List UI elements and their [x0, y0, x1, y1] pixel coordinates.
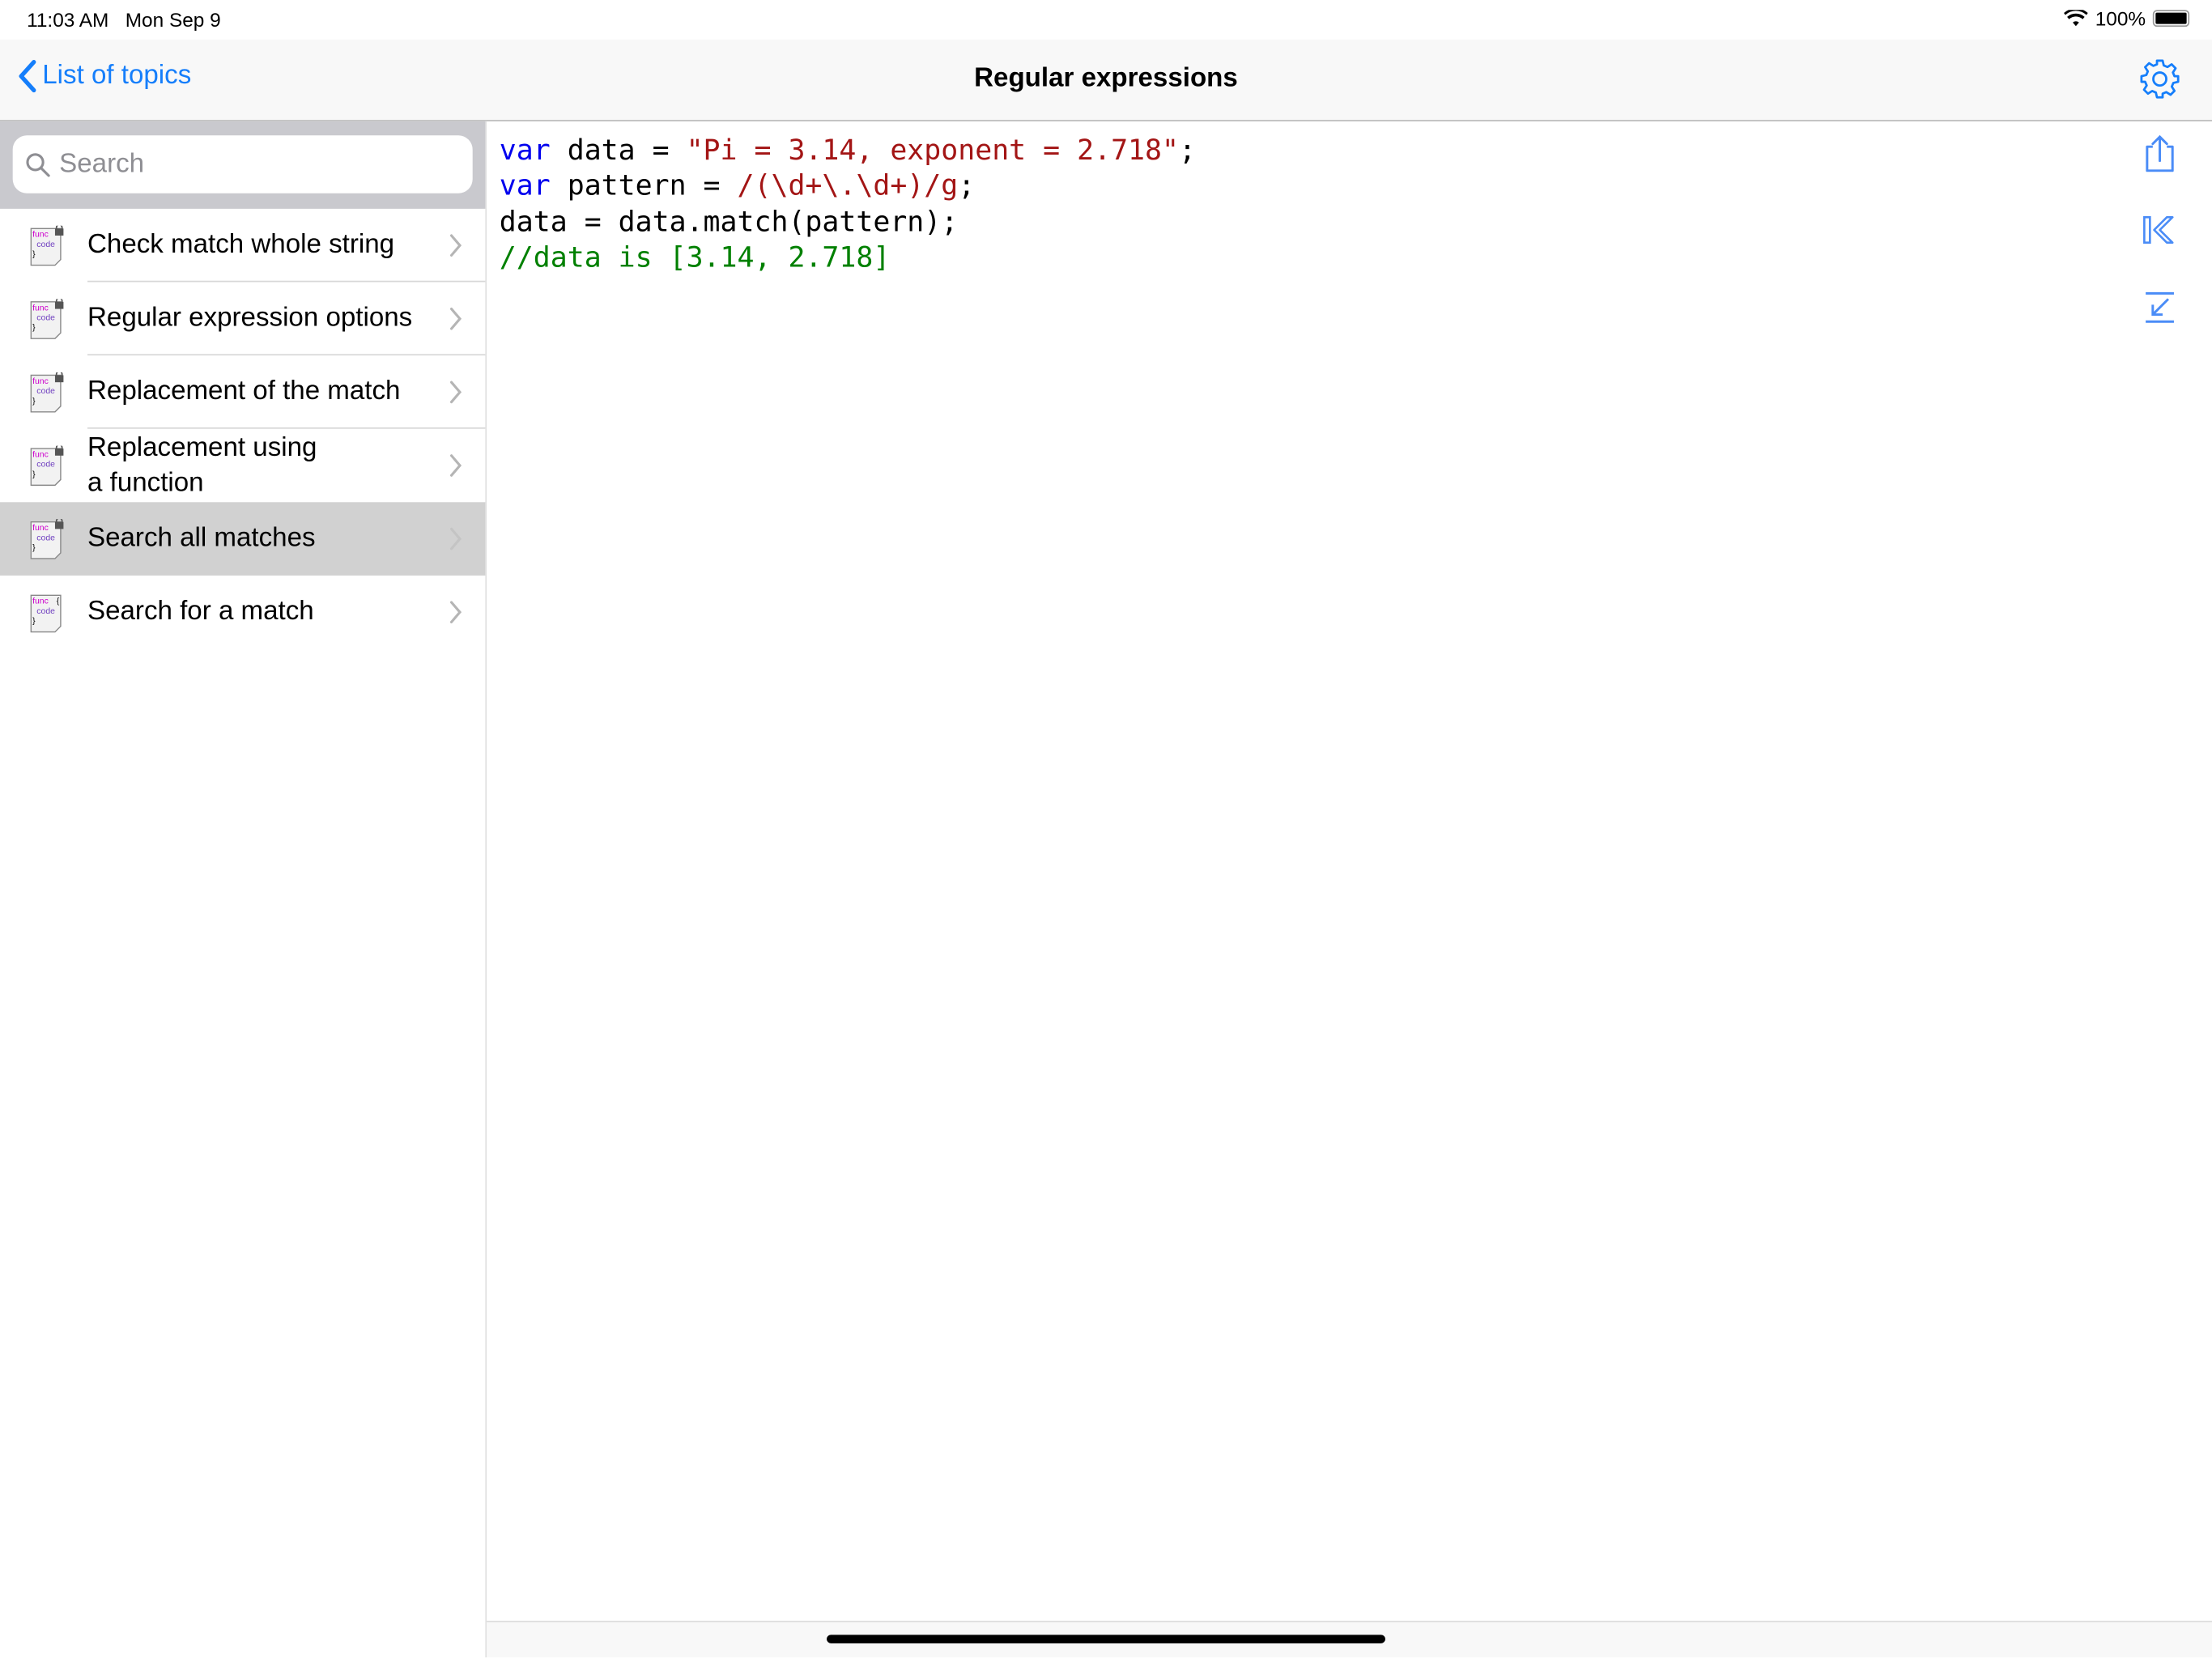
search-bar: Search	[0, 121, 485, 209]
chevron-right-icon	[449, 526, 462, 551]
topic-label: Search all matches	[87, 521, 429, 556]
code-file-icon: func code}	[28, 299, 65, 341]
topic-label: Regular expression options	[87, 300, 429, 336]
icon-func-text: func	[32, 231, 49, 240]
code-token: ;	[958, 168, 975, 202]
date-text: Mon Sep 9	[125, 8, 221, 31]
lock-icon	[55, 228, 63, 236]
page-title: Regular expressions	[0, 63, 2212, 94]
time-text: 11:03 AM	[27, 8, 108, 31]
battery-icon	[2153, 10, 2189, 27]
icon-func-text: func	[32, 377, 49, 386]
wifi-icon	[2064, 10, 2088, 27]
topic-item[interactable]: funccode} Replacement using a function	[0, 429, 485, 503]
navigation-bar: List of topics Regular expressions	[0, 40, 2212, 121]
svg-text:}: }	[32, 397, 36, 406]
status-bar: 11:03 AM Mon Sep 9 100%	[0, 0, 2212, 40]
icon-func-text: func	[32, 524, 49, 533]
code-token: //data is [3.14, 2.718]	[500, 240, 891, 274]
svg-text:}: }	[32, 617, 36, 626]
jump-to-start-icon[interactable]	[2142, 215, 2178, 245]
chevron-right-icon	[449, 380, 462, 405]
search-icon	[25, 151, 50, 176]
code-token: ;	[1179, 133, 1196, 167]
icon-code-text: code	[36, 534, 55, 542]
code-token: var	[500, 168, 551, 202]
lock-icon	[55, 449, 63, 456]
code-token: "Pi = 3.14, exponent = 2.718"	[687, 133, 1179, 167]
code-file-icon: funccode}	[28, 372, 65, 414]
code-file-icon: funccode}	[28, 226, 65, 268]
icon-code-text: code	[36, 314, 55, 323]
code-file-icon: funccode} {	[28, 593, 65, 635]
lock-icon	[55, 522, 63, 529]
search-input[interactable]: Search	[13, 135, 473, 193]
icon-func-text: func	[32, 597, 49, 606]
download-arrow-icon[interactable]	[2142, 291, 2178, 325]
lock-icon	[55, 375, 63, 382]
topic-item[interactable]: funccode} Replacement of the match	[0, 355, 485, 429]
topic-item[interactable]: funccode} Search all matches	[0, 502, 485, 576]
status-time: 11:03 AM Mon Sep 9	[27, 8, 221, 31]
share-icon[interactable]	[2142, 133, 2178, 175]
chevron-right-icon	[449, 599, 462, 624]
code-line: data = data.match(pattern);	[500, 204, 1196, 240]
svg-text:}: }	[32, 324, 36, 333]
chevron-right-icon	[449, 232, 462, 257]
topic-item[interactable]: funccode} Check match whole string	[0, 209, 485, 283]
code-token: pattern =	[551, 168, 738, 202]
code-token: data = data.match(pattern);	[500, 204, 958, 238]
chevron-right-icon	[449, 306, 462, 331]
code-block: var data = "Pi = 3.14, exponent = 2.718"…	[500, 133, 1196, 275]
topic-label: Replacement of the match	[87, 374, 429, 410]
battery-percent: 100%	[2095, 7, 2146, 30]
code-view: var data = "Pi = 3.14, exponent = 2.718"…	[487, 121, 2212, 1657]
lock-icon	[55, 302, 63, 309]
icon-code-text: code	[36, 607, 55, 616]
icon-code-text: code	[36, 387, 55, 396]
svg-text:}: }	[32, 250, 36, 259]
chevron-right-icon	[449, 453, 462, 478]
search-placeholder: Search	[59, 149, 144, 180]
code-file-icon: funccode}	[28, 519, 65, 561]
code-token: /(\d+\.\d+)/g	[738, 168, 959, 202]
code-line: var pattern = /(\d+\.\d+)/g;	[500, 168, 1196, 204]
topic-label: Check match whole string	[87, 227, 429, 263]
icon-code-text: code	[36, 461, 55, 470]
home-indicator[interactable]	[827, 1635, 1385, 1643]
topic-label: Search for a match	[87, 594, 429, 630]
topic-list: funccode}Check match whole stringfunccod…	[0, 209, 485, 649]
code-token: var	[500, 133, 551, 167]
code-line: //data is [3.14, 2.718]	[500, 240, 1196, 275]
code-token: data =	[551, 133, 687, 167]
screen: 11:03 AM Mon Sep 9 100% List of topics R…	[0, 0, 2212, 1657]
svg-text:{: {	[57, 597, 60, 606]
gear-icon[interactable]	[2138, 57, 2180, 100]
icon-code-text: code	[36, 240, 55, 249]
topic-label: Replacement using a function	[87, 430, 429, 500]
icon-func-text: func	[32, 304, 49, 312]
topic-item[interactable]: func code} Regular expression options	[0, 282, 485, 355]
topics-sidebar: Search funccode}Check match whole string…	[0, 121, 487, 1657]
code-file-icon: funccode}	[28, 446, 65, 488]
svg-text:}: }	[32, 544, 36, 553]
svg-text:}: }	[32, 470, 36, 479]
icon-func-text: func	[32, 451, 49, 460]
code-line: var data = "Pi = 3.14, exponent = 2.718"…	[500, 133, 1196, 168]
status-right: 100%	[2064, 7, 2189, 30]
topic-item[interactable]: funccode} { Search for a match	[0, 576, 485, 649]
